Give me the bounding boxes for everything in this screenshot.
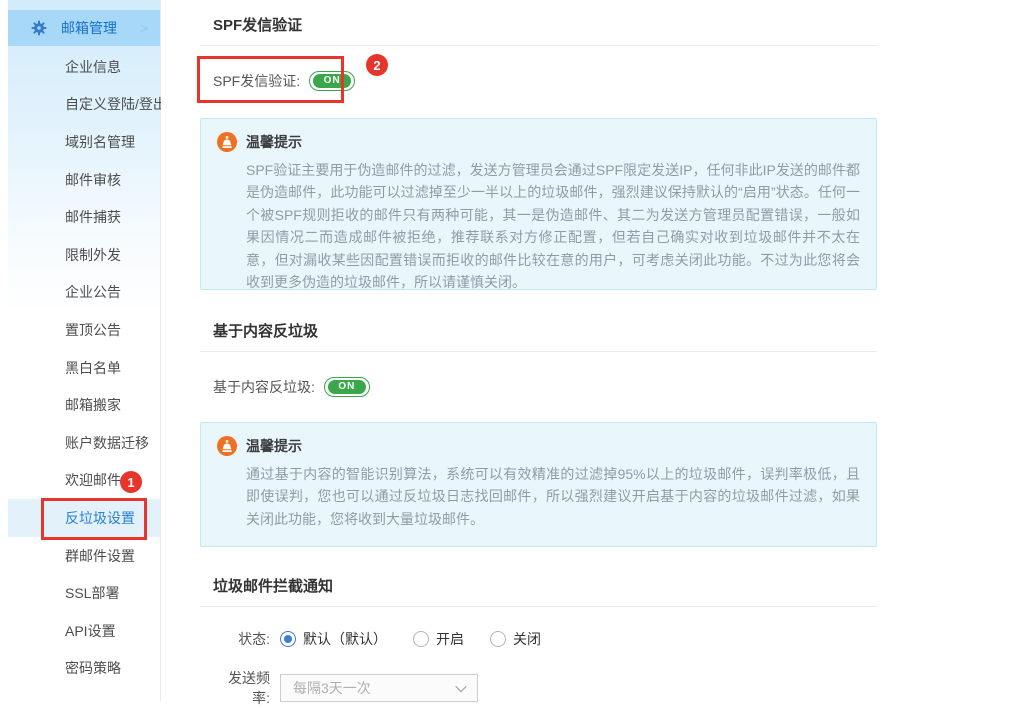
radio-selected-icon[interactable] xyxy=(280,631,296,647)
toggle-on-state: ON xyxy=(313,74,351,88)
sidebar-item-label: 账户数据迁移 xyxy=(65,433,149,453)
radio-label: 关闭 xyxy=(513,629,541,649)
content-antispam-tip-text: 通过基于内容的智能识别算法，系统可以有效精准的过滤掉95%以上的垃圾邮件，误判率… xyxy=(217,463,860,530)
divider xyxy=(200,351,877,352)
content-antispam-tip-box: 温馨提示 通过基于内容的智能识别算法，系统可以有效精准的过滤掉95%以上的垃圾邮… xyxy=(200,422,877,547)
tip-title: 温馨提示 xyxy=(246,436,302,456)
spf-toggle-switch[interactable]: ON xyxy=(309,71,355,91)
radio-unselected-icon[interactable] xyxy=(413,631,429,647)
toggle-on-state: ON xyxy=(328,380,366,394)
section-title-spf: SPF发信验证 xyxy=(200,16,877,36)
divider xyxy=(200,606,877,607)
chevron-down-icon xyxy=(455,681,466,692)
tip-title: 温馨提示 xyxy=(246,132,302,152)
radio-disable[interactable]: 关闭 xyxy=(490,629,541,649)
spf-tip-box: 温馨提示 SPF验证主要用于伪造邮件的过滤，发送方管理员会通过SPF限定发送IP… xyxy=(200,118,877,290)
sidebar-item-enterprise-info[interactable]: 企业信息 xyxy=(8,48,160,86)
sidebar-item-pinned-announcement[interactable]: 置顶公告 xyxy=(8,311,160,349)
sidebar-item-label: 反垃圾设置 xyxy=(65,508,135,528)
status-radio-group: 默认（默认） 开启 关闭 xyxy=(280,629,567,649)
frequency-label: 发送频率: xyxy=(213,668,270,708)
status-row: 状态: 默认（默认） 开启 关闭 xyxy=(200,625,877,653)
sidebar-item-mail-review[interactable]: 邮件审核 xyxy=(8,161,160,199)
spf-toggle-label: SPF发信验证: xyxy=(213,71,300,91)
sidebar-item-label: 企业信息 xyxy=(65,57,121,77)
sidebar-item-label: 群邮件设置 xyxy=(65,546,135,566)
content-antispam-toggle-row: 基于内容反垃圾: ON xyxy=(200,373,877,401)
frequency-select[interactable]: 每隔3天一次 xyxy=(280,674,478,702)
sidebar-item-mail-capture[interactable]: 邮件捕获 xyxy=(8,198,160,236)
sidebar-item-label: 置顶公告 xyxy=(65,320,121,340)
radio-default[interactable]: 默认（默认） xyxy=(280,629,387,649)
sidebar-item-antispam-settings[interactable]: 反垃圾设置 xyxy=(8,499,160,537)
frequency-selected-value: 每隔3天一次 xyxy=(293,678,457,698)
frequency-row: 发送频率: 每隔3天一次 xyxy=(200,674,877,702)
background-photo-strip xyxy=(0,0,8,702)
sidebar-item-custom-login[interactable]: 自定义登陆/登出 xyxy=(8,86,160,124)
status-label: 状态: xyxy=(213,629,270,649)
tip-lamp-icon xyxy=(217,132,237,152)
sidebar-item-label: 域别名管理 xyxy=(65,132,135,152)
sidebar-item-label: 邮箱搬家 xyxy=(65,395,121,415)
sidebar-item-mail-management[interactable]: 邮箱管理 > xyxy=(8,10,160,46)
sidebar-item-domain-alias[interactable]: 域别名管理 xyxy=(8,123,160,161)
content-antispam-toggle-switch[interactable]: ON xyxy=(324,377,370,397)
sidebar-item-account-data-migration[interactable]: 账户数据迁移 xyxy=(8,424,160,462)
sidebar-item-api-settings[interactable]: API设置 xyxy=(8,612,160,650)
sidebar-item-enterprise-announcement[interactable]: 企业公告 xyxy=(8,274,160,312)
sidebar-item-password-policy[interactable]: 密码策略 xyxy=(8,650,160,688)
radio-unselected-icon[interactable] xyxy=(490,631,506,647)
tip-lamp-icon xyxy=(217,436,237,456)
main-content: SPF发信验证 SPF发信验证: ON 温馨提示 SPF验证主要用于伪造邮件的过… xyxy=(161,0,1026,702)
sidebar: 邮箱管理 > 企业信息 自定义登陆/登出 域别名管理 邮件审核 邮件捕获 限制外… xyxy=(8,0,161,702)
sidebar-item-label: SSL部署 xyxy=(65,583,119,603)
section-title-intercept-notice: 垃圾邮件拦截通知 xyxy=(200,577,877,597)
radio-label: 默认（默认） xyxy=(303,629,387,649)
sidebar-item-mailbox-migration[interactable]: 邮箱搬家 xyxy=(8,386,160,424)
sidebar-item-group-mail-settings[interactable]: 群邮件设置 xyxy=(8,537,160,575)
radio-label: 开启 xyxy=(436,629,464,649)
sidebar-item-blacklist-whitelist[interactable]: 黑白名单 xyxy=(8,349,160,387)
sidebar-item-label: 限制外发 xyxy=(65,245,121,265)
divider xyxy=(200,45,877,46)
spf-toggle-row: SPF发信验证: ON xyxy=(200,67,877,95)
sidebar-item-label: 自定义登陆/登出 xyxy=(65,94,167,114)
sidebar-item-label: 邮件捕获 xyxy=(65,207,121,227)
section-title-content-antispam: 基于内容反垃圾 xyxy=(200,322,877,342)
sidebar-item-label: 邮件审核 xyxy=(65,170,121,190)
sidebar-item-label: 企业公告 xyxy=(65,282,121,302)
chevron-right-icon: > xyxy=(140,20,160,36)
radio-enable[interactable]: 开启 xyxy=(413,629,464,649)
sidebar-item-ssl-deploy[interactable]: SSL部署 xyxy=(8,574,160,612)
sidebar-item-label: 黑白名单 xyxy=(65,358,121,378)
sidebar-menu: 企业信息 自定义登陆/登出 域别名管理 邮件审核 邮件捕获 限制外发 企业公告 … xyxy=(8,48,160,687)
sidebar-item-welcome-mail[interactable]: 欢迎邮件 xyxy=(8,462,160,500)
sidebar-item-outbound-limit[interactable]: 限制外发 xyxy=(8,236,160,274)
sidebar-item-label: 密码策略 xyxy=(65,658,121,678)
sidebar-header-label: 邮箱管理 xyxy=(61,18,117,38)
sidebar-item-label: API设置 xyxy=(65,621,116,641)
spf-tip-text: SPF验证主要用于伪造邮件的过滤，发送方管理员会通过SPF限定发送IP，任何非此… xyxy=(217,159,860,290)
sidebar-item-label: 欢迎邮件 xyxy=(65,470,121,490)
gear-icon xyxy=(30,19,48,37)
content-antispam-toggle-label: 基于内容反垃圾: xyxy=(213,377,315,397)
